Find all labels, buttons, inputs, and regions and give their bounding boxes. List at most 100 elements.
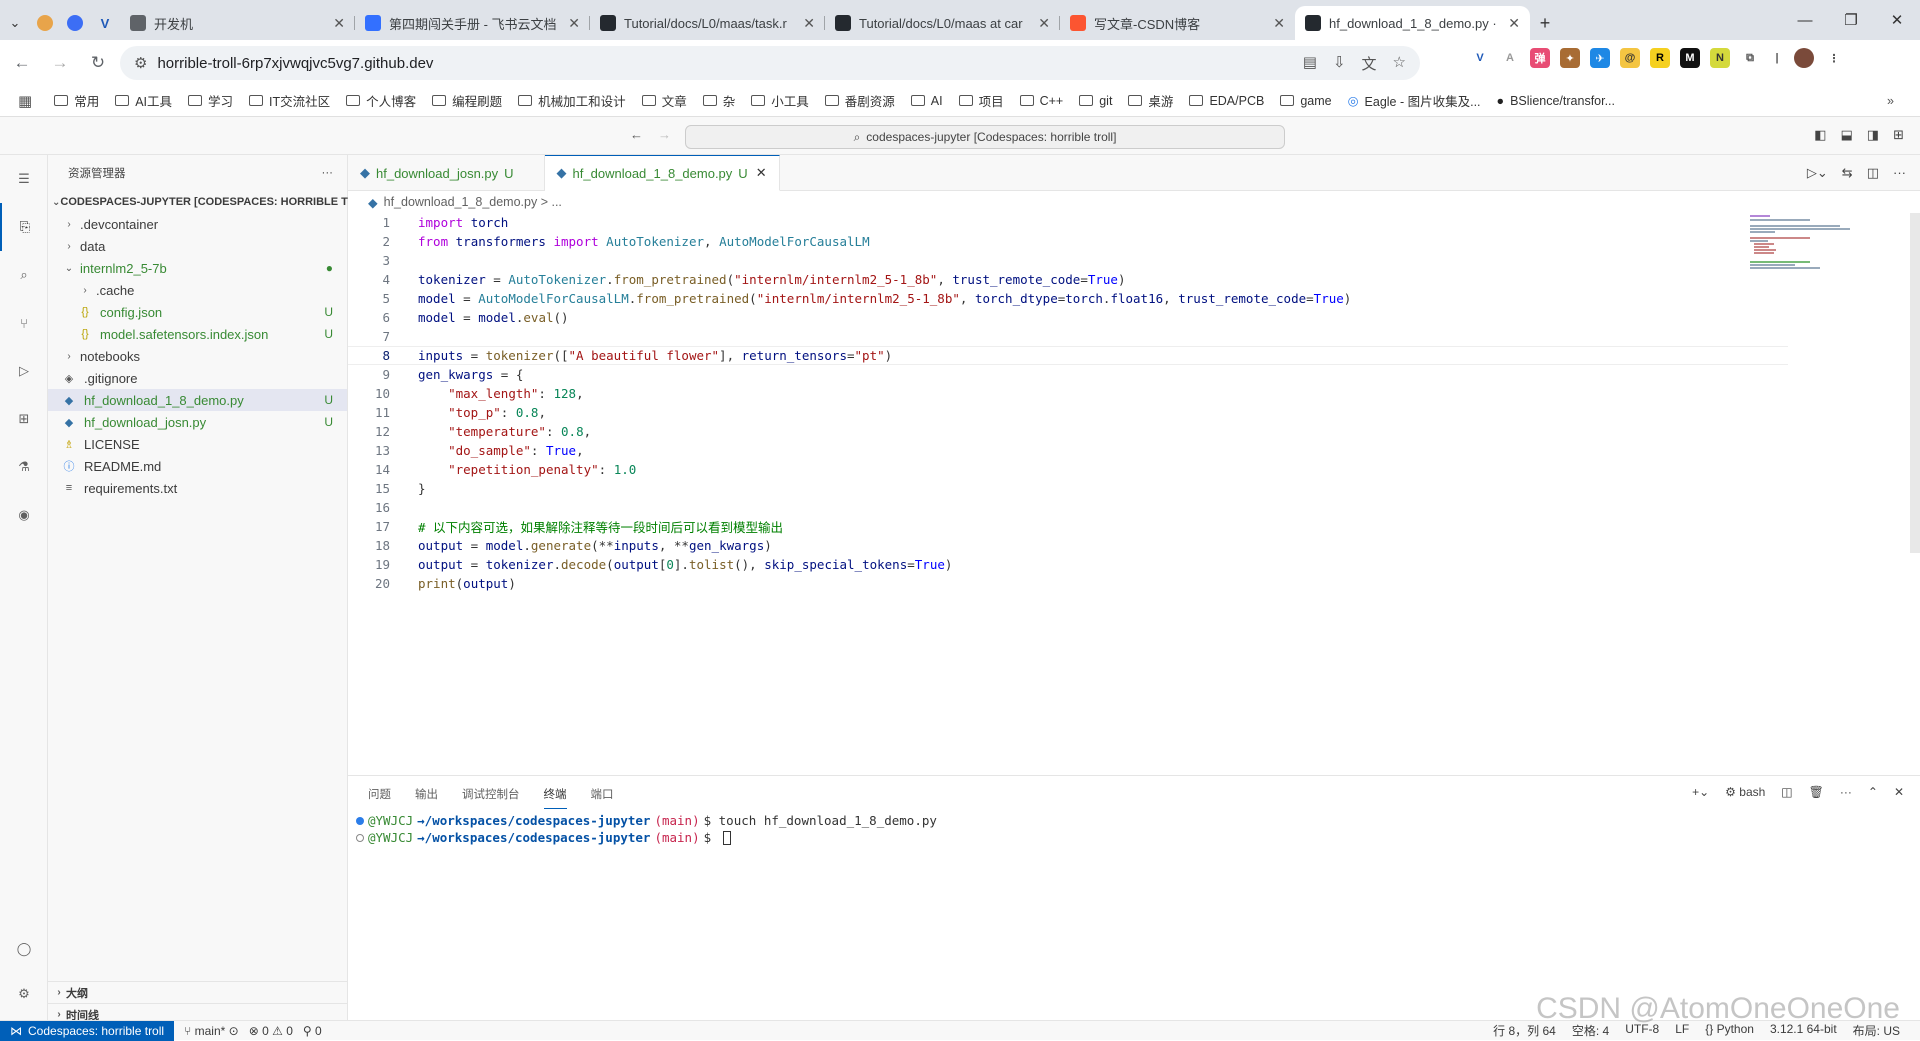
extension-a-icon[interactable]: A: [1500, 48, 1520, 68]
code-line[interactable]: 15}: [348, 479, 1788, 498]
bookmark-item[interactable]: IT交流社区: [249, 91, 330, 110]
close-tab-icon[interactable]: ✕: [1273, 15, 1285, 32]
tree-item[interactable]: ◈ .gitignore: [48, 367, 347, 389]
tree-item[interactable]: › .cache: [48, 279, 347, 301]
editor-tab-demo[interactable]: ◆ hf_download_1_8_demo.py U ✕: [544, 155, 780, 191]
run-debug-icon[interactable]: ▷: [0, 347, 48, 395]
extension-at-icon[interactable]: @: [1620, 48, 1640, 68]
tree-item[interactable]: ◆ hf_download_josn.py U: [48, 411, 347, 433]
translate-icon[interactable]: 文: [1362, 53, 1377, 74]
menu-icon[interactable]: ☰: [0, 155, 48, 203]
panel-tab[interactable]: 输出: [415, 780, 438, 808]
reader-icon[interactable]: ▤: [1303, 53, 1317, 74]
bookmark-item[interactable]: AI工具: [115, 91, 172, 110]
code-line[interactable]: 20 print(output): [348, 574, 1788, 593]
pinned-tab-2[interactable]: [60, 6, 90, 40]
code-line[interactable]: 7: [348, 327, 1788, 346]
tree-item[interactable]: {} model.safetensors.index.json U: [48, 323, 347, 345]
tree-item[interactable]: {} config.json U: [48, 301, 347, 323]
code-line[interactable]: 1 import torch: [348, 213, 1788, 232]
bookmarks-overflow-icon[interactable]: »: [1887, 94, 1894, 108]
bookmark-item[interactable]: 项目: [958, 91, 1004, 110]
close-tab-icon[interactable]: ✕: [803, 15, 815, 32]
split-terminal-icon[interactable]: ◫: [1781, 785, 1792, 799]
more-actions-icon[interactable]: ···: [322, 167, 334, 179]
panel-tab[interactable]: 问题: [368, 780, 391, 808]
code-line[interactable]: 10 "max_length": 128,: [348, 384, 1788, 403]
tree-item[interactable]: › notebooks: [48, 345, 347, 367]
code-line[interactable]: 19 output = tokenizer.decode(output[0].to…: [348, 555, 1788, 574]
split-editor-icon[interactable]: ◫: [1867, 165, 1879, 181]
settings-gear-icon[interactable]: ⚙: [0, 970, 48, 1018]
apps-grid-icon[interactable]: ▦: [18, 92, 32, 110]
code-line[interactable]: 4 tokenizer = AutoTokenizer.from_pretrain…: [348, 270, 1788, 289]
more-actions-icon[interactable]: ···: [1840, 785, 1852, 799]
code-line[interactable]: 9 gen_kwargs = {: [348, 365, 1788, 384]
url-bar[interactable]: ⚙ horrible-troll-6rp7xjvwqjvc5vg7.github…: [120, 46, 1420, 80]
bookmark-item[interactable]: 桌游: [1128, 91, 1173, 110]
bookmark-item[interactable]: ◎ Eagle - 图片收集及...: [1348, 91, 1481, 110]
tree-item[interactable]: ≡ requirements.txt: [48, 477, 347, 499]
code-line[interactable]: 18 output = model.generate(**inputs, **ge…: [348, 536, 1788, 555]
tab-search-icon[interactable]: ⌄: [0, 6, 30, 40]
extension-bird-icon[interactable]: ✈: [1590, 48, 1610, 68]
bookmark-item[interactable]: 个人博客: [346, 91, 416, 110]
bookmark-item[interactable]: ● BSlience/transfor...: [1497, 91, 1615, 110]
testing-icon[interactable]: ⚗: [0, 443, 48, 491]
extensions-puzzle-icon[interactable]: ⧉: [1740, 48, 1760, 68]
forward-icon[interactable]: →: [44, 47, 76, 79]
kill-terminal-icon[interactable]: 🗑: [1809, 785, 1824, 799]
code-editor[interactable]: 1 import torch 2 from transformers import A…: [348, 213, 1788, 593]
code-line[interactable]: 14 "repetition_penalty": 1.0: [348, 460, 1788, 479]
close-tab-icon[interactable]: ✕: [756, 165, 767, 181]
breadcrumb[interactable]: ◆ hf_download_1_8_demo.py > ...: [348, 191, 1920, 213]
install-icon[interactable]: ⇩: [1333, 53, 1346, 74]
reload-icon[interactable]: ↻: [82, 47, 114, 79]
bookmark-item[interactable]: EDA/PCB: [1189, 91, 1264, 110]
open-changes-icon[interactable]: ⇆: [1842, 165, 1853, 181]
extensions-icon[interactable]: ⊞: [0, 395, 48, 443]
menu-icon[interactable]: ⋮: [1824, 48, 1844, 68]
bookmark-item[interactable]: 学习: [188, 91, 233, 110]
bookmark-star-icon[interactable]: ☆: [1393, 53, 1406, 74]
code-line[interactable]: 17 # 以下内容可选，如果解除注释等待一段时间后可以看到模型输出: [348, 517, 1788, 536]
bookmark-item[interactable]: 常用: [54, 91, 99, 110]
close-tab-icon[interactable]: ✕: [1038, 15, 1050, 32]
bookmark-item[interactable]: git: [1079, 91, 1112, 110]
code-line[interactable]: 12 "temperature": 0.8,: [348, 422, 1788, 441]
bookmark-item[interactable]: C++: [1019, 91, 1063, 110]
source-control-icon[interactable]: ⑂: [0, 299, 48, 347]
pinned-tab-1[interactable]: [30, 6, 60, 40]
close-window-button[interactable]: ✕: [1874, 0, 1920, 40]
tree-item[interactable]: › .devcontainer: [48, 213, 347, 235]
bookmark-item[interactable]: 小工具: [751, 91, 809, 110]
customize-layout-icon[interactable]: ⊞: [1893, 127, 1904, 143]
back-icon[interactable]: ←: [6, 47, 38, 79]
tree-item[interactable]: ⌄ internlm2_5-7b ●: [48, 257, 347, 279]
nav-back-icon[interactable]: ←: [630, 127, 643, 142]
github-icon[interactable]: ◉: [0, 491, 48, 539]
tree-item[interactable]: › data: [48, 235, 347, 257]
minimize-button[interactable]: —: [1782, 0, 1828, 40]
toggle-sidebar-icon[interactable]: ◧: [1814, 127, 1826, 143]
command-center[interactable]: ⌕ codespaces-jupyter [Codespaces: horrib…: [685, 125, 1285, 149]
more-actions-icon[interactable]: ···: [1893, 165, 1906, 181]
browser-tab[interactable]: 写文章-CSDN博客 ✕: [1060, 6, 1295, 40]
browser-tab[interactable]: hf_download_1_8_demo.py · ✕: [1295, 6, 1530, 40]
extension-n-icon[interactable]: N: [1710, 48, 1730, 68]
extension-r-icon[interactable]: R: [1650, 48, 1670, 68]
tree-item[interactable]: ♗ LICENSE: [48, 433, 347, 455]
accounts-icon[interactable]: ◯: [0, 925, 48, 973]
editor-scrollbar[interactable]: [1910, 213, 1920, 553]
ports-status[interactable]: ⚲ 0: [303, 1024, 322, 1038]
bookmark-item[interactable]: game: [1280, 91, 1332, 110]
terminal[interactable]: @YWJCJ →/workspaces/codespaces-jupyter (ma…: [348, 812, 1920, 846]
browser-tab[interactable]: 第四期闯关手册 - 飞书云文档 ✕: [355, 6, 590, 40]
browser-tab[interactable]: 开发机 ✕: [120, 6, 355, 40]
extension-m-icon[interactable]: M: [1680, 48, 1700, 68]
browser-tab[interactable]: Tutorial/docs/L0/maas/task.r ✕: [590, 6, 825, 40]
workspace-root[interactable]: ⌄ CODESPACES-JUPYTER [CODESPACES: HORRIB…: [48, 191, 365, 213]
bookmark-item[interactable]: 番剧资源: [824, 91, 895, 110]
explorer-icon[interactable]: ⎘: [0, 203, 48, 251]
bookmark-item[interactable]: AI: [910, 91, 943, 110]
